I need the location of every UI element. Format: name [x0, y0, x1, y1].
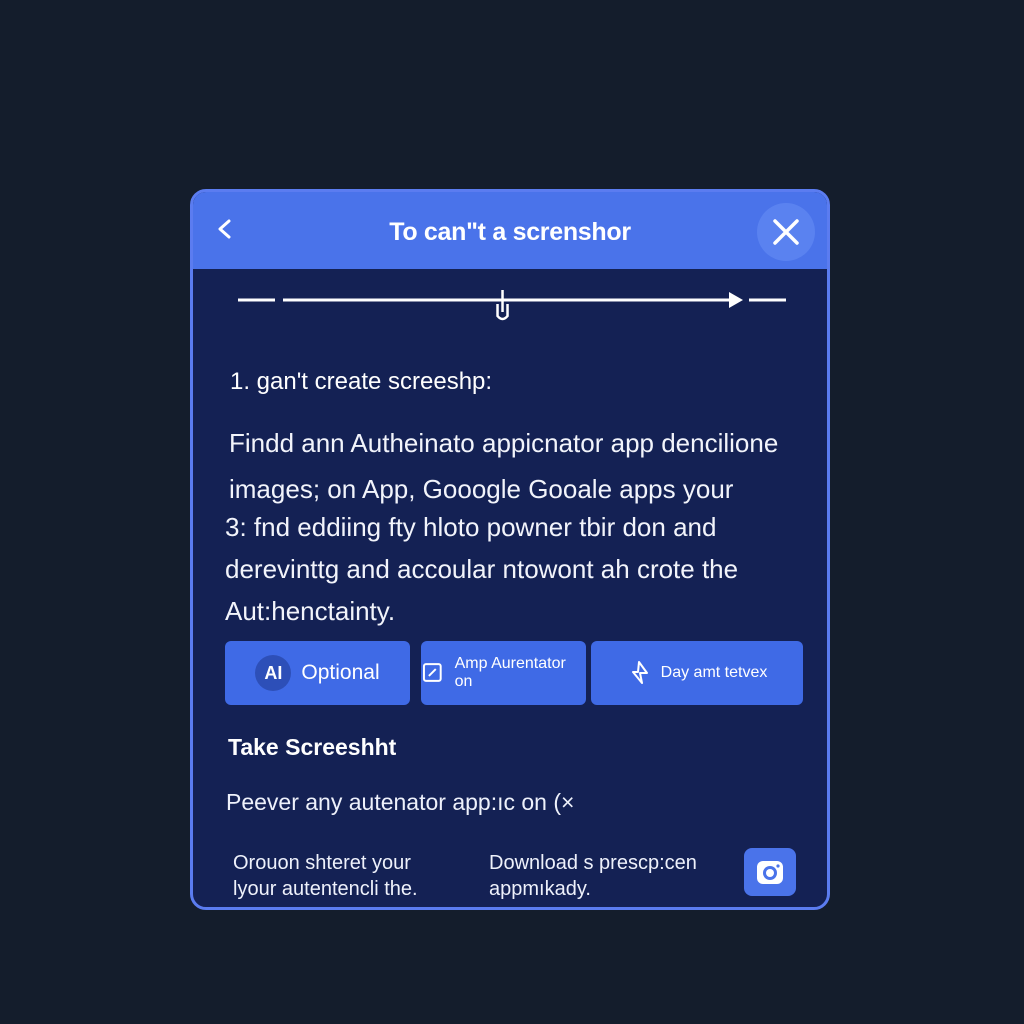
authenticator-button-label: Amp Aurentator on	[454, 655, 566, 690]
download-link[interactable]: Download s prescp:cen appmıkady.	[489, 850, 697, 902]
camera-icon	[757, 861, 783, 884]
progress-track[interactable]	[233, 284, 793, 334]
footer-mid-line-2: appmıkady.	[489, 878, 591, 900]
paragraph-2-line-3: Aut:henctainty.	[225, 596, 396, 626]
pointer-icon	[631, 661, 648, 684]
arrow-right-icon	[729, 292, 743, 308]
action-buttons: AI Optional Amp Aurentator on Day amt te…	[225, 641, 803, 705]
extension-button-label: Day amt tetvex	[660, 664, 768, 681]
paragraph-2-line-2: derevinttg and accoular ntowont ah crote…	[225, 554, 739, 584]
instructions-paragraph-1: Findd ann Autheinato appicnator app denc…	[229, 420, 778, 512]
close-button[interactable]	[757, 203, 815, 261]
step-heading: 1. gan't create screeshp:	[230, 368, 493, 395]
optional-button-label: Optional	[301, 661, 380, 684]
paragraph-2-line-1: 3: fnd eddiing fty hloto powner tbir don…	[225, 512, 717, 542]
progress-handle[interactable]	[496, 290, 509, 321]
footer-left-text: Orouon shteret your lyour autentencli th…	[233, 850, 418, 902]
screenshot-dialog: To can"t a screnshor 1. gan't create scr…	[190, 189, 830, 910]
optional-button[interactable]: AI Optional	[225, 641, 410, 705]
instruction-line: Peever any autenator app:ıc on (×	[226, 789, 575, 815]
paragraph-1-line-1: Findd ann Autheinato appicnator app denc…	[229, 428, 779, 458]
footer-left-line-2: lyour autentencli the.	[233, 878, 418, 900]
authenticator-button[interactable]: Amp Aurentator on	[421, 641, 586, 705]
dialog-title: To can"t a screnshor	[389, 218, 631, 246]
instructions-paragraph-2: 3: fnd eddiing fty hloto powner tbir don…	[225, 506, 738, 632]
dialog-header: To can"t a screnshor	[193, 192, 827, 269]
footer-mid-line-1: Download s prescp:cen	[489, 852, 697, 874]
camera-button[interactable]	[744, 848, 796, 896]
footer-left-line-1: Orouon shteret your	[233, 852, 411, 874]
back-button[interactable]	[207, 212, 243, 248]
close-icon	[773, 219, 799, 245]
section-title: Take Screeshht	[228, 734, 397, 760]
ai-icon: AI	[255, 655, 292, 691]
extension-button[interactable]: Day amt tetvex	[591, 641, 803, 705]
chevron-left-icon	[218, 219, 231, 239]
edit-square-icon	[422, 663, 442, 682]
